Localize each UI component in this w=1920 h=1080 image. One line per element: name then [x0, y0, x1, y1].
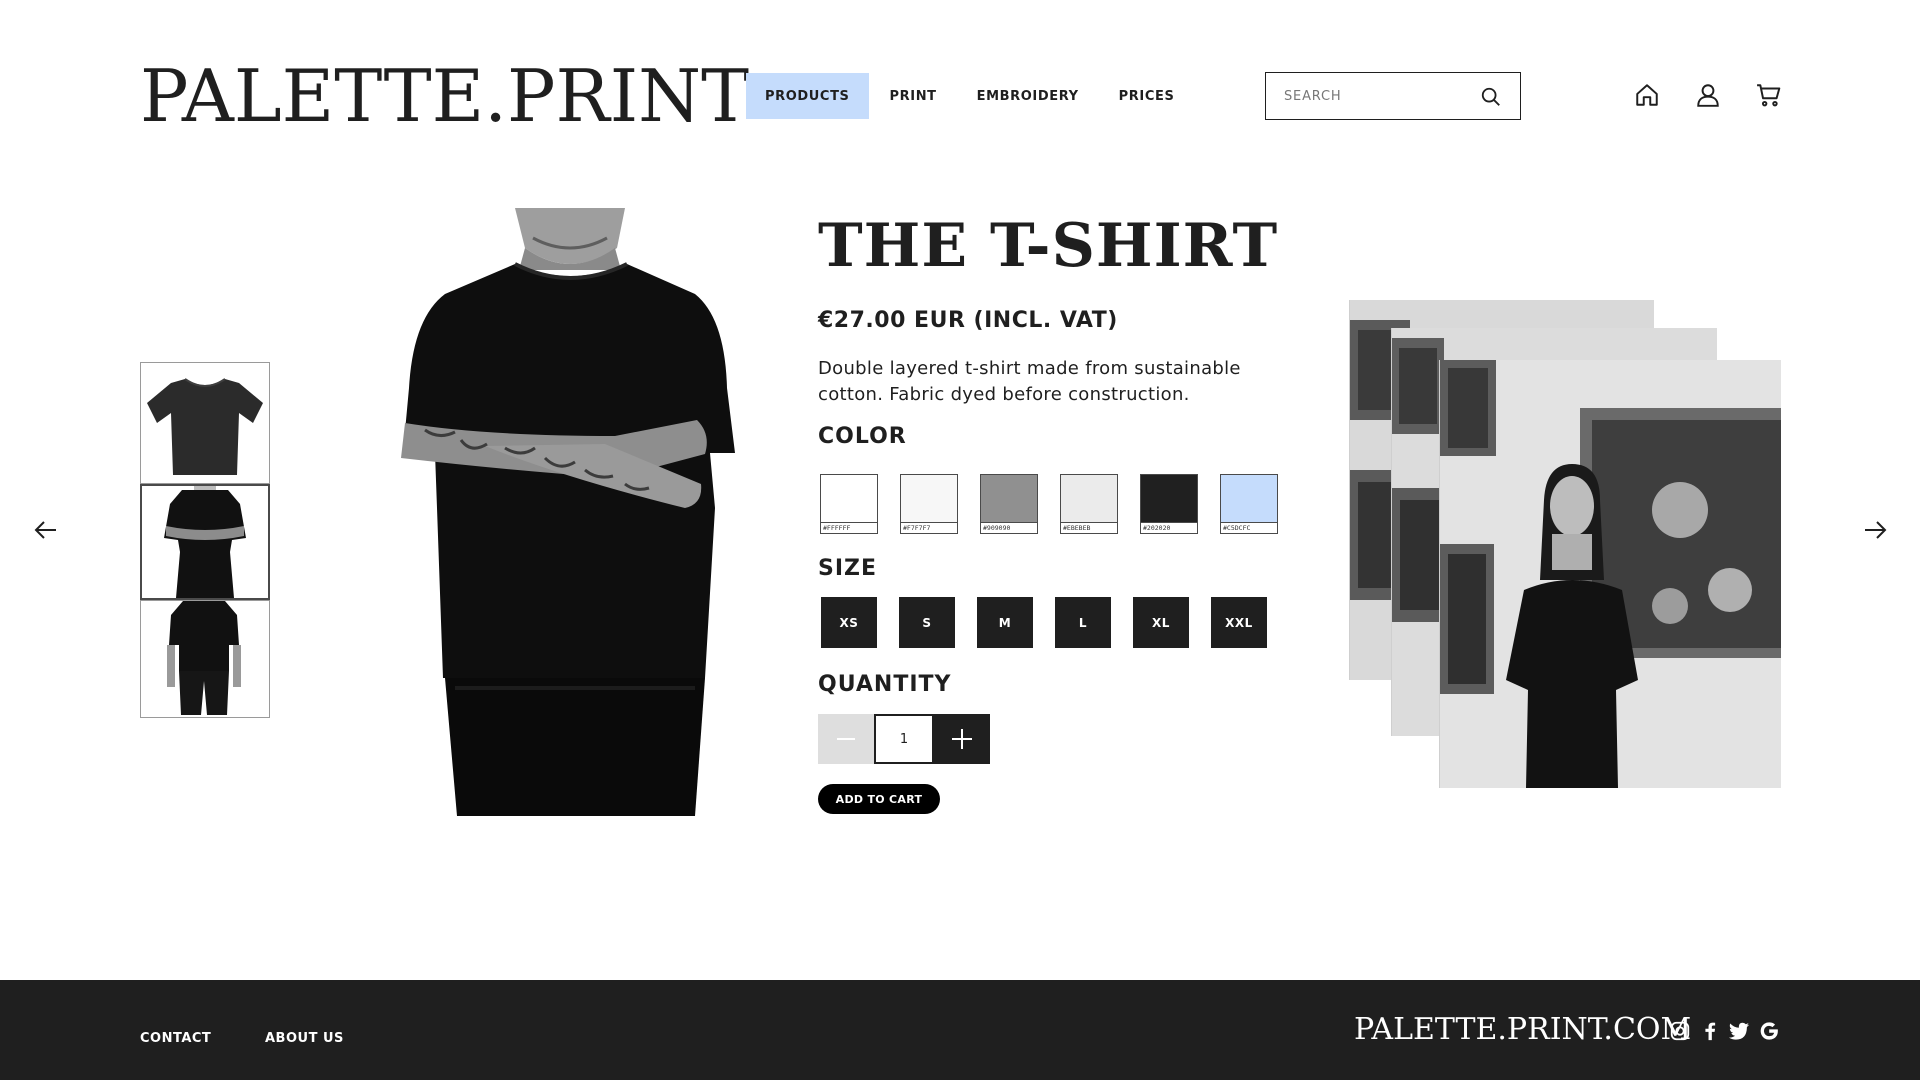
quantity-decrease-button[interactable]: [818, 714, 874, 764]
search-input[interactable]: [1284, 88, 1464, 104]
search-icon[interactable]: [1480, 86, 1502, 108]
size-options: XS S M L XL XXL: [821, 597, 1267, 648]
twitter-icon[interactable]: [1728, 1020, 1750, 1042]
size-button-xl[interactable]: XL: [1133, 597, 1189, 648]
cart-icon[interactable]: [1756, 82, 1782, 108]
nav-item-embroidery[interactable]: EMBROIDERY: [958, 73, 1098, 119]
nav-item-print[interactable]: PRINT: [871, 73, 956, 119]
back-view-image: [167, 601, 241, 715]
swatch-hex-label: #EBEBEB: [1063, 524, 1091, 532]
thumbnail-flat-lay[interactable]: [140, 362, 270, 484]
nav-item-prices[interactable]: PRICES: [1100, 73, 1194, 119]
instagram-icon[interactable]: [1669, 1020, 1691, 1042]
size-button-m[interactable]: M: [977, 597, 1033, 648]
arrow-left-icon[interactable]: [33, 518, 59, 542]
google-icon[interactable]: [1758, 1020, 1780, 1042]
thumbnail-list: [140, 362, 270, 718]
thumbnail-back[interactable]: [140, 600, 270, 718]
quantity-increase-button[interactable]: [934, 714, 990, 764]
search-box: [1265, 72, 1521, 120]
color-swatch[interactable]: #F7F7F7: [900, 474, 958, 534]
add-to-cart-button[interactable]: ADD TO CART: [818, 784, 940, 814]
footer-domain: PALETTE.PRINT.COM: [1354, 1012, 1692, 1047]
product-description: Double layered t-shirt made from sustain…: [818, 358, 1241, 405]
swatch-hex-label: #F7F7F7: [903, 524, 931, 532]
size-button-xxl[interactable]: XXL: [1211, 597, 1267, 648]
swatch-hex-label: #C5DCFC: [1223, 524, 1251, 532]
color-swatch[interactable]: #202020: [1140, 474, 1198, 534]
color-label: COLOR: [818, 424, 907, 449]
arrow-right-icon[interactable]: [1862, 518, 1888, 542]
thumbnail-front[interactable]: [140, 484, 270, 600]
tshirt-flat-image: [147, 378, 263, 475]
user-icon[interactable]: [1695, 82, 1721, 108]
facebook-icon[interactable]: [1699, 1020, 1721, 1042]
swatch-hex-label: #FFFFFF: [823, 524, 851, 532]
lifestyle-photo-front[interactable]: [1439, 360, 1781, 788]
size-button-xs[interactable]: XS: [821, 597, 877, 648]
model-gallery-image: [1440, 360, 1781, 788]
color-swatches: #FFFFFF #F7F7F7 #909090 #EBEBEB #202020 …: [820, 474, 1278, 534]
product-price: €27.00 EUR (INCL. VAT): [818, 308, 1118, 333]
size-button-l[interactable]: L: [1055, 597, 1111, 648]
color-swatch[interactable]: #909090: [980, 474, 1038, 534]
size-button-s[interactable]: S: [899, 597, 955, 648]
front-view-image: [164, 486, 246, 598]
main-product-image: [365, 208, 770, 816]
swatch-hex-label: #202020: [1143, 524, 1171, 532]
quantity-stepper: [818, 714, 990, 764]
quantity-label: QUANTITY: [818, 672, 952, 697]
plus-icon: [952, 729, 972, 749]
main-nav: PRODUCTS PRINT EMBROIDERY PRICES: [746, 73, 1193, 119]
color-swatch[interactable]: #FFFFFF: [820, 474, 878, 534]
model-front-image: [365, 208, 770, 816]
size-label: SIZE: [818, 556, 878, 581]
swatch-hex-label: #909090: [983, 524, 1011, 532]
quantity-input[interactable]: [874, 714, 934, 764]
lifestyle-photo-stack: [1349, 300, 1781, 788]
footer-link-about[interactable]: ABOUT US: [265, 1031, 344, 1046]
home-icon[interactable]: [1634, 82, 1660, 108]
site-logo[interactable]: PALETTE.PRINT: [140, 56, 749, 136]
footer-link-contact[interactable]: CONTACT: [140, 1031, 211, 1046]
nav-item-products[interactable]: PRODUCTS: [746, 73, 869, 119]
minus-icon: [837, 738, 855, 740]
color-swatch[interactable]: #C5DCFC: [1220, 474, 1278, 534]
color-swatch[interactable]: #EBEBEB: [1060, 474, 1118, 534]
product-title: THE T-SHIRT: [818, 211, 1279, 281]
